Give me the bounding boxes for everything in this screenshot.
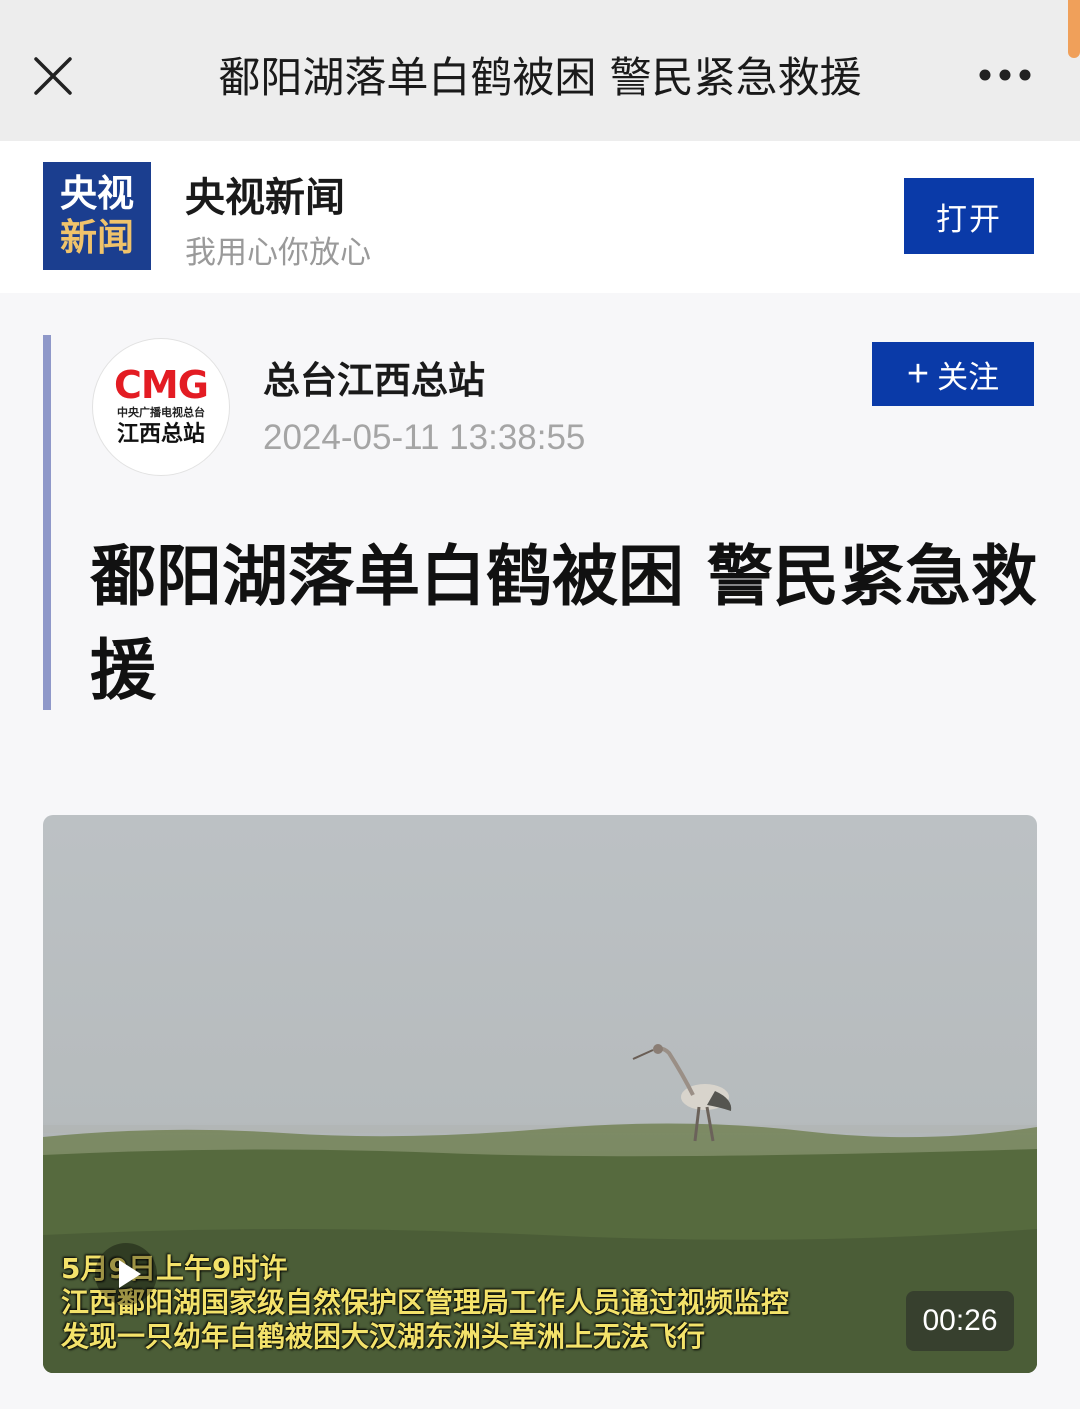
article-title: 鄱阳湖落单白鹤被困 警民紧急救援 [90,538,1037,709]
video-player[interactable]: 5月9日上午9时许 江西鄱阳湖国家级自然保护区管理局工作人员通过视频监控 发现一… [43,815,1037,1373]
avatar-station: 江西总站 [116,422,205,447]
caption-line: 发现一只幼年白鹤被困大汉湖东洲头草洲上无法飞行 [61,1320,706,1353]
app-logo-line2: 新闻 [60,216,134,259]
app-logo-line1: 央视 [60,172,134,215]
avatar-brand: CMG [114,363,209,407]
follow-label: 关注 [937,359,1000,395]
caption-line: 江西鄱阳湖国家级自然保护区管理局工作人员通过视频监控 [61,1286,790,1319]
source-name[interactable]: 总台江西总站 [263,350,485,404]
app-download-banner: 央视 新闻 央视新闻 我用心你放心 打开 [0,141,1080,293]
video-duration: 00:26 [906,1291,1014,1351]
plus-icon: + [906,353,930,395]
publish-time: 2024-05-11 13:38:55 [263,418,586,457]
avatar-subtitle: 中央广播电视总台 [117,406,205,419]
video-caption: 5月9日上午9时许 江西鄱阳湖国家级自然保护区管理局工作人员通过视频监控 发现一… [61,1252,881,1354]
app-logo: 央视 新闻 [43,162,151,270]
article-accent-line [43,335,51,710]
more-dots-icon[interactable] [978,68,1032,82]
open-app-button[interactable]: 打开 [904,178,1034,254]
nav-title: 鄱阳湖落单白鹤被困 警民紧急救援 [218,53,862,102]
source-avatar[interactable]: CMG 中央广播电视总台 江西总站 [92,338,230,476]
caption-line: 5月9日上午9时许 [61,1252,288,1285]
follow-button[interactable]: + 关注 [872,342,1034,406]
scroll-indicator [1068,0,1080,58]
top-nav-bar: 鄱阳湖落单白鹤被困 警民紧急救援 [0,0,1080,141]
close-icon[interactable] [33,56,73,96]
play-icon[interactable] [95,1243,157,1305]
app-slogan: 我用心你放心 [185,235,371,271]
app-name: 央视新闻 [185,175,345,221]
